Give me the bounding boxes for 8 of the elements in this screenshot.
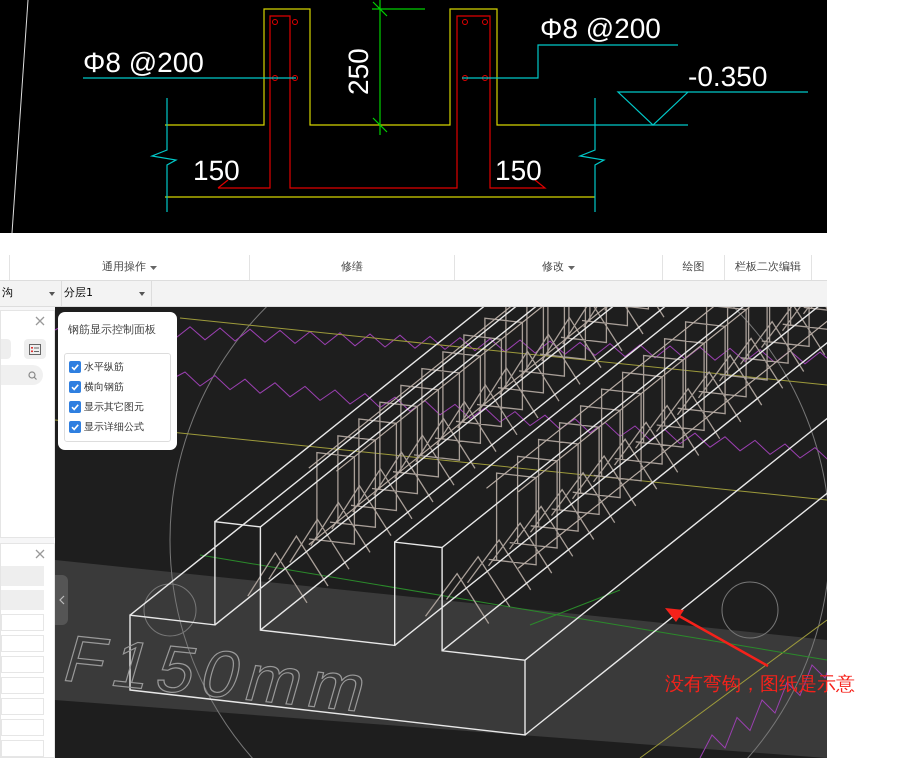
drawing-label: 150: [495, 155, 542, 186]
drawing-label: 250: [343, 48, 374, 95]
drawing-label: -0.350: [688, 61, 768, 92]
drawing-label: Φ8 @200: [83, 47, 204, 78]
panel-title: 钢筋显示控制面板: [68, 322, 157, 338]
drawing-label: Φ8 @200: [540, 13, 661, 44]
drawing-label: 150: [193, 155, 240, 186]
model-text: F150mm: [56, 622, 384, 727]
